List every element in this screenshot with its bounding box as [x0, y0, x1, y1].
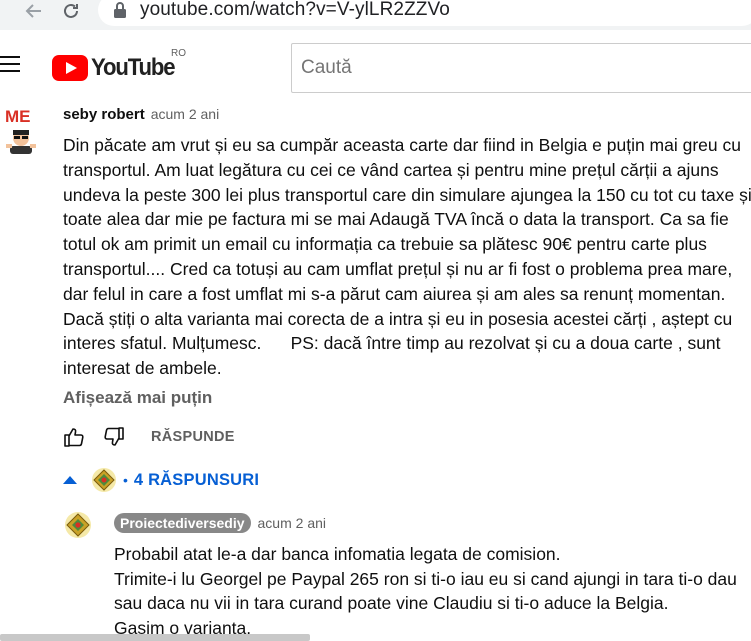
creator-avatar-icon — [92, 468, 116, 492]
hamburger-menu-icon[interactable] — [0, 56, 20, 74]
url-text: youtube.com/watch?v=V-ylLR2ZZVo — [140, 0, 450, 20]
lock-icon — [114, 2, 126, 18]
reply-text: Probabil atat le-a dar banca infomatia l… — [114, 542, 750, 640]
search-box[interactable] — [291, 43, 751, 93]
youtube-header: YouTube RO — [0, 30, 751, 103]
reply-button[interactable]: RĂSPUNDE — [151, 429, 235, 445]
replies-count-label[interactable]: 4 RĂSPUNSURI — [134, 471, 259, 490]
thumbs-down-icon[interactable] — [103, 427, 125, 447]
comment-author[interactable]: seby robert — [63, 106, 145, 123]
comment-actions: RĂSPUNDE — [63, 427, 235, 447]
back-arrow-icon[interactable] — [18, 0, 48, 22]
reload-icon[interactable] — [56, 0, 86, 22]
avatar[interactable]: ME — [4, 104, 38, 156]
separator-dot: • — [123, 472, 128, 488]
comment-header: seby robert acum 2 ani — [63, 106, 219, 123]
caret-up-icon — [63, 476, 77, 484]
youtube-logo-text: YouTube — [91, 54, 176, 81]
reply-line: Trimite-i lu Georgel pe Paypal 265 ron s… — [114, 568, 737, 614]
comment-time[interactable]: acum 2 ani — [151, 106, 219, 122]
horizontal-scrollbar[interactable] — [0, 634, 310, 641]
region-code: RO — [171, 48, 186, 59]
reply-time[interactable]: acum 2 ani — [258, 515, 326, 531]
comment-text: Din păcate am vrut și eu sa cumpăr aceas… — [63, 135, 751, 379]
avatar-logo-text: ME — [5, 107, 31, 126]
reply-line: Probabil atat le-a dar banca infomatia l… — [114, 544, 561, 564]
address-bar[interactable]: youtube.com/watch?v=V-ylLR2ZZVo — [98, 0, 751, 26]
browser-toolbar: youtube.com/watch?v=V-ylLR2ZZVo — [0, 0, 751, 30]
reply-author-chip[interactable]: Proiectediversediy — [114, 513, 251, 533]
reply-header: Proiectediversediy acum 2 ani — [114, 513, 326, 533]
show-less-button[interactable]: Afișează mai puțin — [63, 388, 212, 408]
youtube-logo[interactable]: YouTube — [52, 54, 182, 82]
search-input[interactable] — [301, 57, 751, 79]
replies-toggle[interactable]: • 4 RĂSPUNSURI — [63, 467, 259, 493]
thumbs-up-icon[interactable] — [63, 427, 85, 447]
reply-avatar[interactable] — [64, 511, 92, 539]
play-logo-icon — [52, 55, 88, 81]
